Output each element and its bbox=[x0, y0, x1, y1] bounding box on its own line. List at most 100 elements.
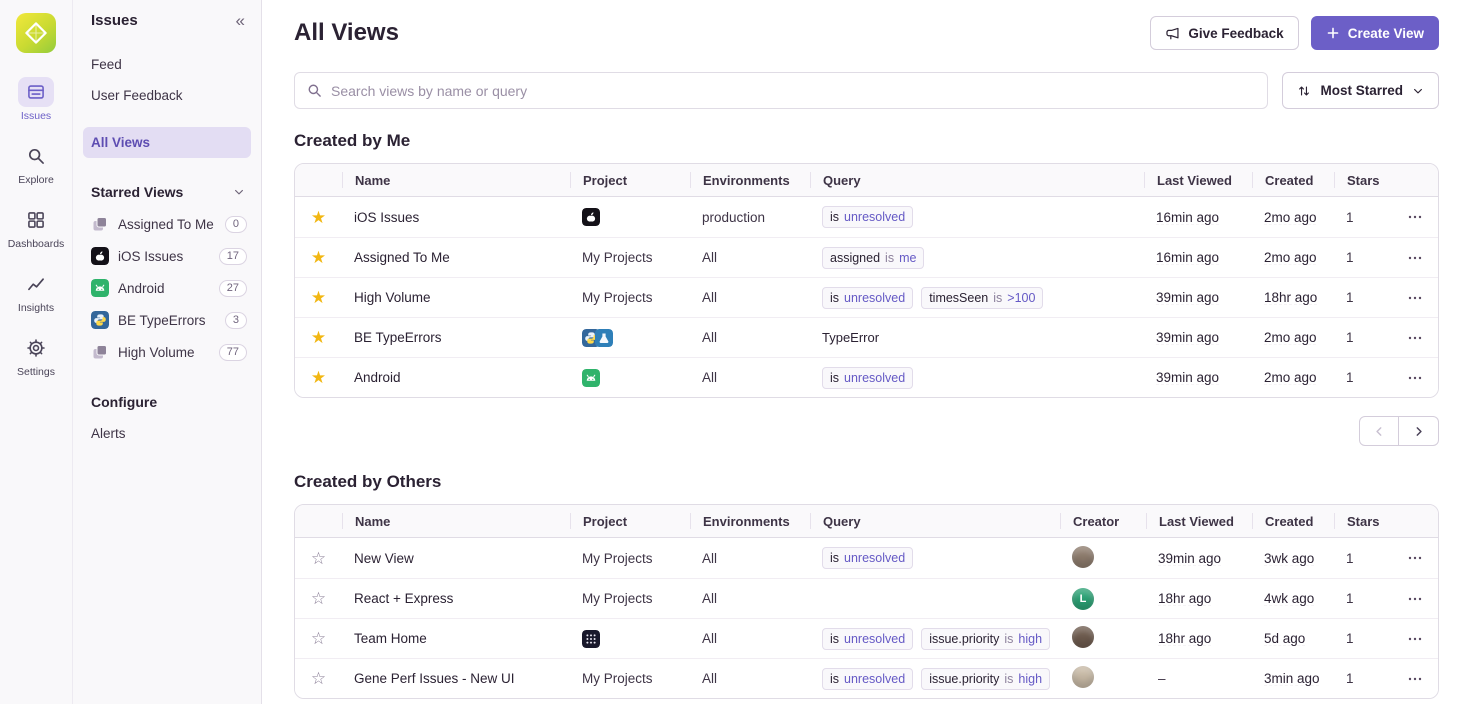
star-toggle[interactable]: ☆ bbox=[295, 670, 342, 687]
sidebar-item-feed[interactable]: Feed bbox=[73, 49, 261, 80]
view-name[interactable]: High Volume bbox=[342, 290, 570, 305]
table-row: ☆ React + Express My Projects All L 18hr… bbox=[295, 578, 1438, 618]
row-menu-button[interactable] bbox=[1392, 550, 1438, 566]
last-viewed-value: 18hr ago bbox=[1158, 631, 1211, 646]
give-feedback-button[interactable]: Give Feedback bbox=[1150, 16, 1298, 50]
row-menu-button[interactable] bbox=[1392, 671, 1438, 687]
row-menu-button[interactable] bbox=[1392, 370, 1438, 386]
star-toggle[interactable]: ☆ bbox=[295, 630, 342, 647]
star-toggle[interactable]: ★ bbox=[295, 369, 342, 386]
row-menu-button[interactable] bbox=[1392, 591, 1438, 607]
query-chip: isunresolved bbox=[822, 367, 913, 389]
last-viewed-value: 39min ago bbox=[1158, 551, 1221, 566]
sort-dropdown[interactable]: Most Starred bbox=[1282, 72, 1439, 109]
column-name[interactable]: Name bbox=[342, 172, 570, 188]
stars-count-cell: 1 bbox=[1334, 631, 1392, 646]
search-input[interactable] bbox=[331, 83, 1255, 99]
column-last-viewed[interactable]: Last Viewed bbox=[1146, 513, 1252, 529]
column-stars[interactable]: Stars bbox=[1334, 513, 1392, 529]
query-chip: issue.priorityishigh bbox=[921, 668, 1050, 690]
row-menu-button[interactable] bbox=[1392, 330, 1438, 346]
chevron-left-icon bbox=[1373, 425, 1386, 438]
collapse-sidebar-icon[interactable]: « bbox=[236, 12, 245, 29]
view-name[interactable]: BE TypeErrors bbox=[342, 330, 570, 345]
rail-item-issues[interactable]: Issues bbox=[8, 77, 65, 122]
plus-icon bbox=[1326, 26, 1340, 40]
sidebar-item-alerts[interactable]: Alerts bbox=[73, 418, 261, 449]
column-environments[interactable]: Environments bbox=[690, 172, 810, 188]
rail-item-settings[interactable]: Settings bbox=[8, 333, 65, 378]
starred-view-be-typeerrors[interactable]: BE TypeErrors 3 bbox=[73, 304, 261, 336]
rail-item-dashboards[interactable]: Dashboards bbox=[8, 205, 65, 250]
column-created[interactable]: Created bbox=[1252, 172, 1334, 188]
column-name[interactable]: Name bbox=[342, 513, 570, 529]
table-body: ☆ New View My Projects All isunresolved … bbox=[295, 538, 1438, 698]
query-chip: isunresolved bbox=[822, 287, 913, 309]
project-cell bbox=[570, 329, 690, 347]
row-menu-button[interactable] bbox=[1392, 209, 1438, 225]
starred-view-assigned-to-me[interactable]: Assigned To Me 0 bbox=[73, 208, 261, 240]
last-viewed-cell: 16min ago bbox=[1144, 250, 1252, 265]
row-menu-button[interactable] bbox=[1392, 290, 1438, 306]
issue-count-badge: 27 bbox=[219, 280, 247, 297]
give-feedback-label: Give Feedback bbox=[1188, 26, 1283, 41]
project-name: My Projects bbox=[582, 671, 653, 686]
view-name[interactable]: Assigned To Me bbox=[342, 250, 570, 265]
sidebar-item-all-views[interactable]: All Views bbox=[83, 127, 251, 158]
stars-count-cell: 1 bbox=[1334, 210, 1392, 225]
rail-item-explore[interactable]: Explore bbox=[8, 141, 65, 186]
starred-view-android[interactable]: Android 27 bbox=[73, 272, 261, 304]
view-name[interactable]: React + Express bbox=[342, 591, 570, 606]
create-view-label: Create View bbox=[1348, 26, 1424, 41]
rail-item-label: Insights bbox=[18, 302, 54, 314]
project-name: My Projects bbox=[582, 250, 653, 265]
create-view-button[interactable]: Create View bbox=[1311, 16, 1439, 50]
issues-icon bbox=[18, 77, 54, 107]
star-toggle[interactable]: ★ bbox=[295, 209, 342, 226]
column-stars[interactable]: Stars bbox=[1334, 172, 1392, 188]
row-menu-button[interactable] bbox=[1392, 631, 1438, 647]
star-toggle[interactable]: ★ bbox=[295, 329, 342, 346]
previous-page-button[interactable] bbox=[1359, 416, 1399, 446]
column-last-viewed[interactable]: Last Viewed bbox=[1144, 172, 1252, 188]
column-created[interactable]: Created bbox=[1252, 513, 1334, 529]
star-toggle[interactable]: ★ bbox=[295, 249, 342, 266]
last-viewed-cell: – bbox=[1146, 671, 1252, 686]
query-cell: isunresolved bbox=[810, 206, 1144, 228]
sidebar-item-user-feedback[interactable]: User Feedback bbox=[73, 80, 261, 111]
environments-cell: All bbox=[690, 330, 810, 345]
next-page-button[interactable] bbox=[1399, 416, 1439, 446]
rail-item-insights[interactable]: Insights bbox=[8, 269, 65, 314]
column-creator[interactable]: Creator bbox=[1060, 513, 1146, 529]
query-chip: isunresolved bbox=[822, 547, 913, 569]
starred-views-header[interactable]: Starred Views bbox=[73, 184, 261, 200]
flask-project-icon bbox=[595, 329, 613, 347]
column-menu bbox=[1392, 172, 1438, 188]
view-name[interactable]: Team Home bbox=[342, 631, 570, 646]
view-name[interactable]: Android bbox=[342, 370, 570, 385]
starred-view-high-volume[interactable]: High Volume 77 bbox=[73, 336, 261, 368]
created-cell: 5d ago bbox=[1252, 631, 1334, 646]
column-environments[interactable]: Environments bbox=[690, 513, 810, 529]
starred-view-ios-issues[interactable]: iOS Issues 17 bbox=[73, 240, 261, 272]
star-toggle[interactable]: ★ bbox=[295, 289, 342, 306]
sentry-logo[interactable] bbox=[16, 13, 56, 53]
stars-count-cell: 1 bbox=[1334, 370, 1392, 385]
column-query[interactable]: Query bbox=[810, 172, 1144, 188]
ellipsis-icon bbox=[1407, 591, 1423, 607]
starred-view-label: iOS Issues bbox=[118, 249, 183, 264]
last-viewed-value: 16min ago bbox=[1156, 210, 1219, 225]
row-menu-button[interactable] bbox=[1392, 250, 1438, 266]
column-query[interactable]: Query bbox=[810, 513, 1060, 529]
column-menu bbox=[1392, 513, 1438, 529]
created-value: 3wk ago bbox=[1264, 551, 1314, 566]
star-toggle[interactable]: ☆ bbox=[295, 550, 342, 567]
view-name[interactable]: iOS Issues bbox=[342, 210, 570, 225]
view-name[interactable]: New View bbox=[342, 551, 570, 566]
view-name[interactable]: Gene Perf Issues - New UI bbox=[342, 671, 570, 686]
created-cell: 4wk ago bbox=[1252, 591, 1334, 606]
column-project[interactable]: Project bbox=[570, 172, 690, 188]
sidebar-title: Issues bbox=[91, 12, 138, 29]
column-project[interactable]: Project bbox=[570, 513, 690, 529]
star-toggle[interactable]: ☆ bbox=[295, 590, 342, 607]
